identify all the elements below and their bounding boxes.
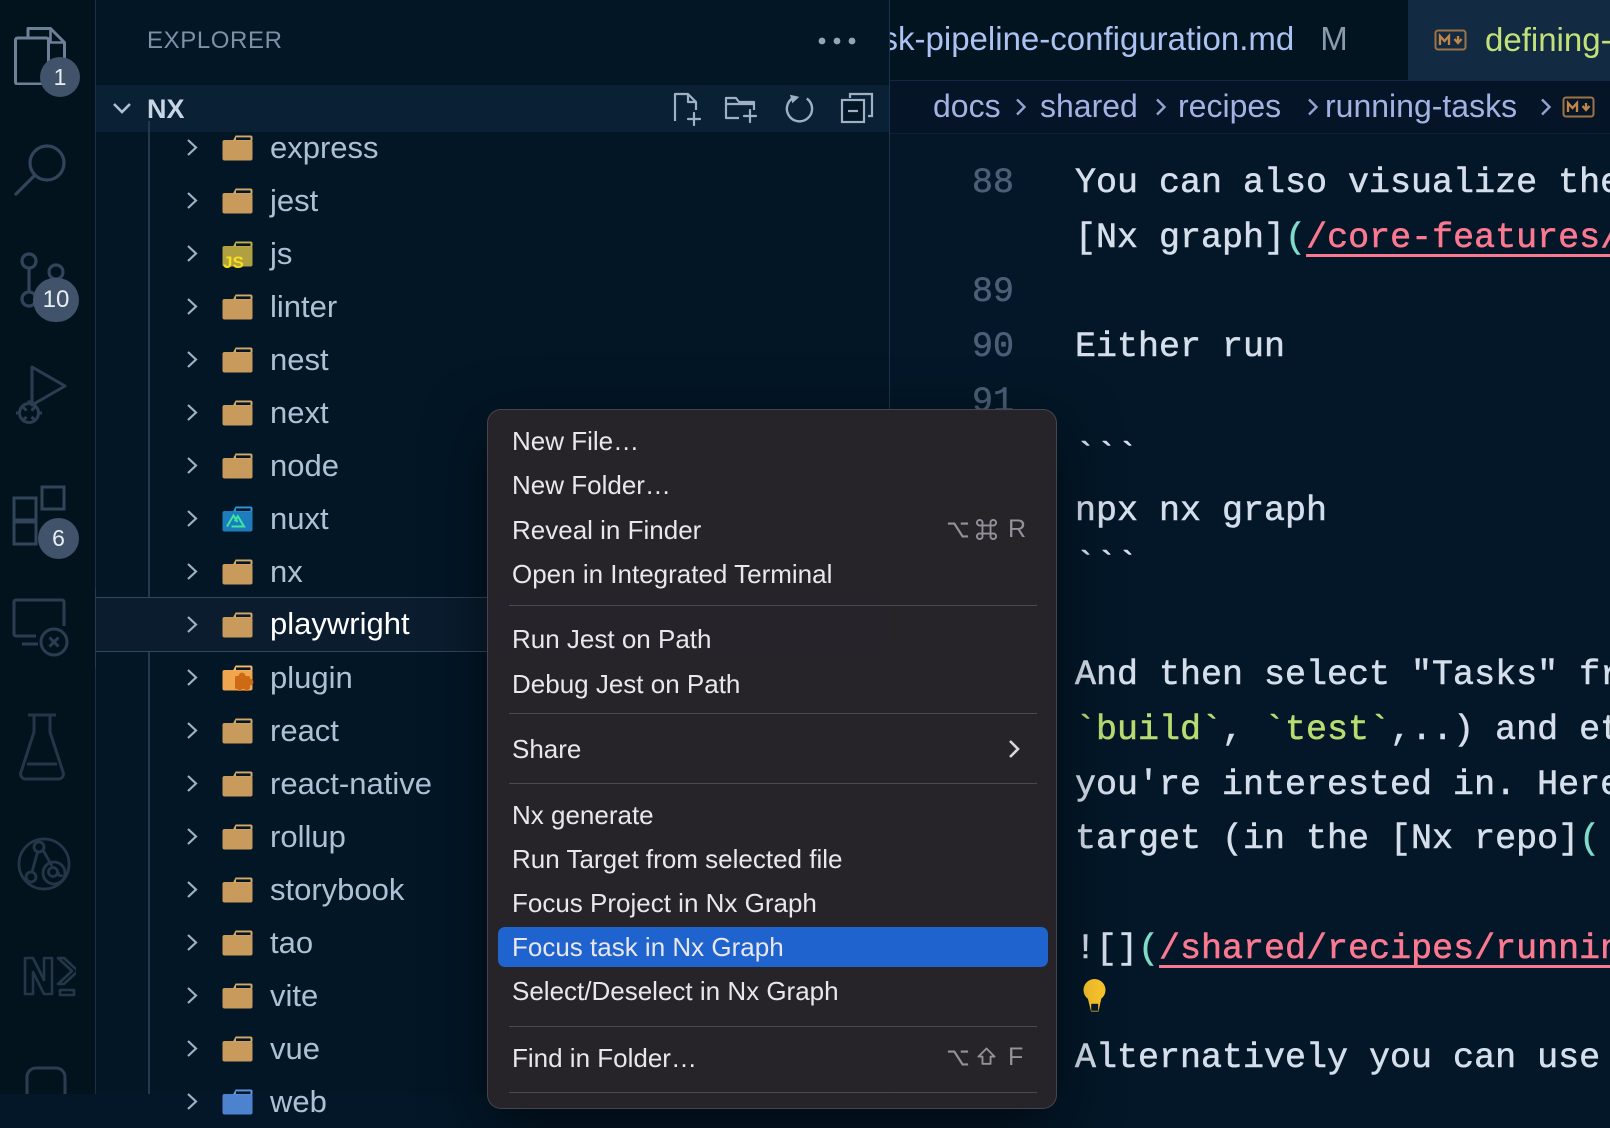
svg-text:JS: JS — [223, 253, 244, 272]
